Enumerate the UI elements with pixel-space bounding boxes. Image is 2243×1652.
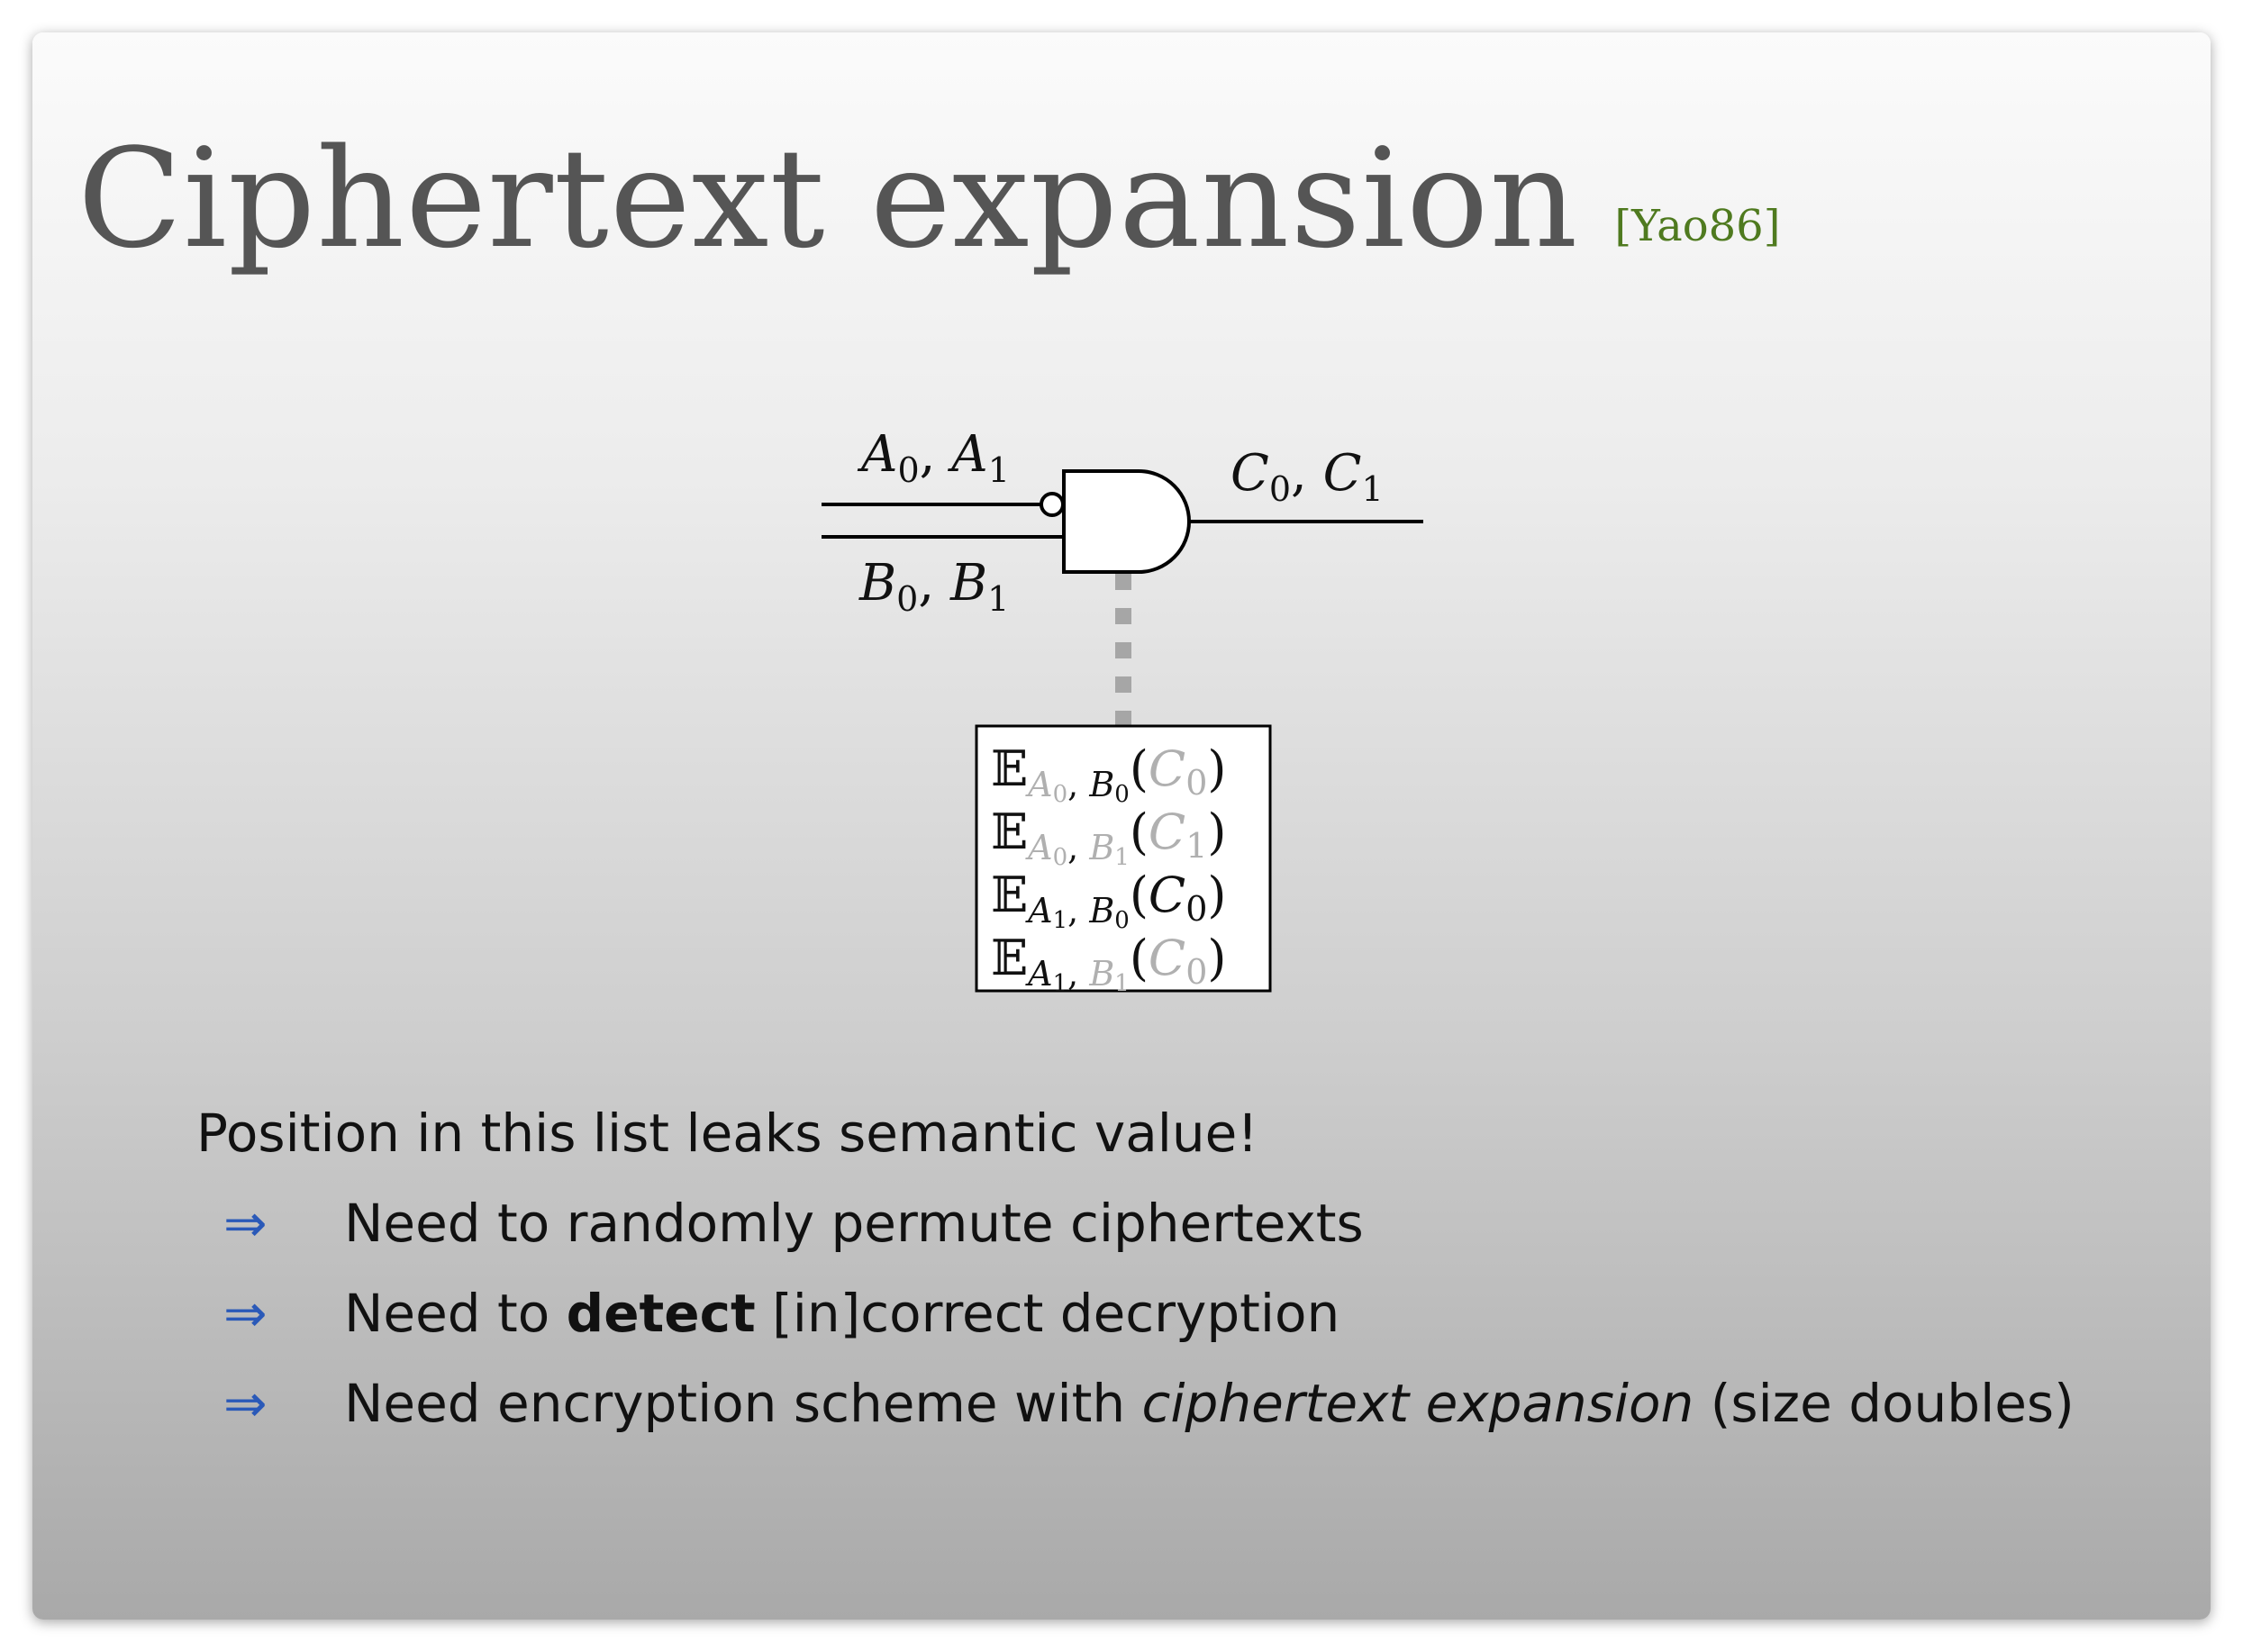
body-text: Position in this list leaks semantic val… <box>32 32 2211 1620</box>
slide: Ciphertext expansion [Yao86] A0, A1 B0, B… <box>32 32 2211 1620</box>
implies-arrow-icon: ⇒ <box>223 1193 268 1254</box>
bullet-3-pre: Need encryption scheme with <box>344 1373 1142 1434</box>
bullet-3-italic: ciphertext expansion <box>1141 1373 1694 1434</box>
intro-line: Position in this list leaks semantic val… <box>196 1103 1258 1164</box>
bullet-3: ⇒ Need encryption scheme with ciphertext … <box>223 1373 2075 1434</box>
bullet-2-pre: Need to <box>344 1283 567 1344</box>
bullet-1: ⇒ Need to randomly permute ciphertexts <box>223 1193 1364 1254</box>
bullet-3-post: (size doubles) <box>1694 1373 2075 1434</box>
bullet-1-text: Need to randomly permute ciphertexts <box>344 1193 1364 1254</box>
implies-arrow-icon: ⇒ <box>223 1283 268 1344</box>
bullet-2: ⇒ Need to detect [in]correct decryption <box>223 1283 1339 1344</box>
bullet-2-post: [in]correct decryption <box>755 1283 1340 1344</box>
bullet-2-bold: detect <box>566 1283 756 1344</box>
implies-arrow-icon: ⇒ <box>223 1373 268 1434</box>
